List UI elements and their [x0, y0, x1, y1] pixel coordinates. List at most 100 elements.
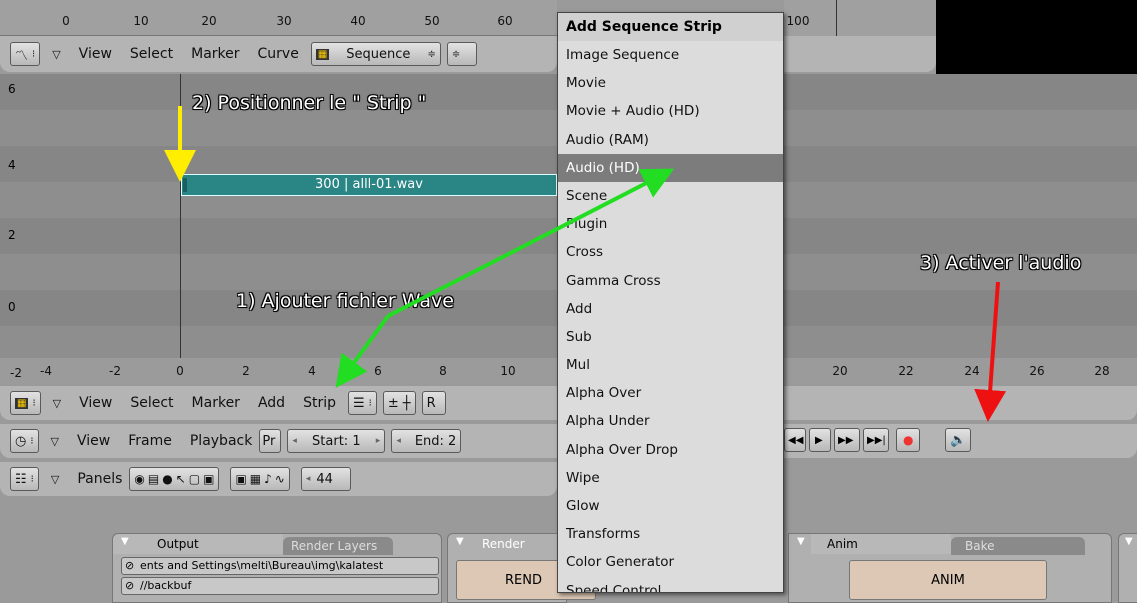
preview-toggle[interactable]: Pr — [259, 429, 282, 453]
ruler-tick: 20 — [201, 14, 217, 28]
menu-item-transforms[interactable]: Transforms — [558, 520, 783, 548]
anim-icon: ▦ — [249, 472, 262, 486]
folder-icon: ⊘ — [125, 579, 135, 592]
menu-strip[interactable]: Strip — [294, 395, 345, 411]
menu-item-alpha-over-drop[interactable]: Alpha Over Drop — [558, 436, 783, 464]
menu-view[interactable]: View — [70, 46, 121, 62]
sequence-label: Sequence — [346, 46, 411, 62]
y-label: -2 — [10, 366, 22, 380]
sequence-dropdown[interactable]: ▦ Sequence ≑ — [310, 42, 441, 66]
menu-view[interactable]: View — [68, 433, 119, 449]
play-button[interactable]: ▶ — [809, 428, 831, 452]
left-arrow-icon: ◂ — [305, 474, 311, 484]
menu-item-speed-control[interactable]: Speed Control — [558, 577, 783, 592]
y-label: 0 — [8, 300, 16, 314]
menu-marker[interactable]: Marker — [183, 395, 249, 411]
ruler-marker — [836, 0, 837, 36]
menu-item-cross[interactable]: Cross — [558, 238, 783, 266]
menu-item-scene[interactable]: Scene — [558, 182, 783, 210]
menu-item-glow[interactable]: Glow — [558, 492, 783, 520]
editor-type-button[interactable]: 〽 ⁝ — [10, 42, 41, 66]
menu-item-movie[interactable]: Movie — [558, 69, 783, 97]
sub-context-buttons[interactable]: ▣ ▦ ♪ ∿ — [230, 467, 290, 491]
frame-field[interactable]: ◂ 44 — [300, 467, 351, 491]
collapse-triangle-icon[interactable]: ▽ — [42, 473, 68, 486]
collapse-triangle-icon[interactable]: ▽ — [43, 48, 69, 61]
render-icon: ▣ — [235, 472, 247, 486]
sequencer-icon: ▦ — [15, 397, 29, 409]
ruler-tick: 40 — [350, 14, 366, 28]
menu-panels[interactable]: Panels — [68, 471, 126, 487]
menu-item-alpha-under[interactable]: Alpha Under — [558, 407, 783, 435]
ipo-ruler-right: 100 — [784, 0, 936, 36]
collapse-icon[interactable]: ▼ — [1125, 536, 1133, 547]
collapse-triangle-icon[interactable]: ▽ — [44, 397, 70, 410]
menu-item-audio-hd[interactable]: Audio (HD) — [558, 153, 783, 182]
buttons-window-icon: ☷ — [15, 471, 27, 487]
ruler-tick: 50 — [424, 14, 440, 28]
zoom-buttons[interactable]: ± ┼ — [382, 391, 416, 415]
y-label: 6 — [8, 82, 16, 96]
x-tick: -2 — [109, 364, 121, 378]
context-buttons[interactable]: ◉ ▤ ● ↖ ▢ ▣ — [129, 467, 220, 491]
audio-sync-button[interactable]: 🔈 — [945, 428, 971, 452]
render-button-label: REND — [505, 573, 542, 588]
collapse-icon[interactable]: ▼ — [121, 536, 129, 547]
menu-item-plugin[interactable]: Plugin — [558, 210, 783, 238]
backbuf-path-field[interactable]: ⊘ //backbuf — [121, 577, 439, 595]
menu-curve[interactable]: Curve — [249, 46, 308, 62]
updown-icon: ≑ — [427, 48, 436, 60]
shading-icon: ● — [162, 472, 173, 486]
menu-select[interactable]: Select — [121, 395, 182, 411]
menu-item-alpha-over[interactable]: Alpha Over — [558, 379, 783, 407]
menu-item-gamma-cross[interactable]: Gamma Cross — [558, 267, 783, 295]
output-path-field[interactable]: ⊘ ents and Settings\melti\Bureau\img\kala… — [121, 557, 439, 575]
ruler-tick: 30 — [276, 14, 292, 28]
next-button[interactable]: ▶▶ — [834, 428, 860, 452]
x-tick: 4 — [308, 364, 316, 378]
anim-tab[interactable]: Anim — [819, 535, 858, 553]
frame-zero-line — [180, 74, 181, 384]
menu-frame[interactable]: Frame — [119, 433, 181, 449]
output-tab[interactable]: Output — [149, 535, 199, 553]
end-button[interactable]: ▶▶| — [863, 428, 889, 452]
menu-select[interactable]: Select — [121, 46, 182, 62]
menu-view[interactable]: View — [70, 395, 121, 411]
menu-item-color-generator[interactable]: Color Generator — [558, 548, 783, 576]
bake-tab[interactable]: Bake — [957, 537, 995, 555]
editor-type-button[interactable]: ▦ ⁝ — [10, 391, 41, 415]
menu-item-movie-audio-hd[interactable]: Movie + Audio (HD) — [558, 97, 783, 125]
record-button[interactable]: ● — [896, 428, 920, 452]
display-mode-dropdown[interactable]: ☰ ⁝ — [347, 391, 377, 415]
editor-type-button[interactable]: ◷ ⁝ — [10, 429, 39, 453]
menu-item-mul[interactable]: Mul — [558, 351, 783, 379]
audio-strip[interactable]: 300 | alll-01.wav — [181, 174, 557, 196]
editor-type-button[interactable]: ☷ ⁝ — [10, 467, 39, 491]
rewind-button[interactable]: ◀◀ — [784, 428, 806, 452]
strip-left-handle[interactable] — [183, 178, 187, 192]
render-layers-tab[interactable]: Render Layers — [283, 537, 377, 555]
r-button[interactable]: R — [421, 391, 446, 415]
ipo-header-right — [784, 36, 936, 72]
x-tick: 22 — [898, 364, 914, 378]
object-icon: ↖ — [175, 472, 186, 486]
menu-item-sub[interactable]: Sub — [558, 323, 783, 351]
menu-playback[interactable]: Playback — [181, 433, 256, 449]
jump-end-icon: ▶▶| — [867, 434, 886, 446]
collapse-icon[interactable]: ▼ — [797, 536, 805, 547]
collapse-icon[interactable]: ▼ — [456, 536, 464, 547]
menu-marker[interactable]: Marker — [182, 46, 248, 62]
updown-icon: ≑ — [451, 48, 461, 60]
left-arrow-icon: ◂ — [292, 436, 297, 446]
menu-item-wipe[interactable]: Wipe — [558, 464, 783, 492]
menu-item-audio-ram[interactable]: Audio (RAM) — [558, 126, 783, 154]
start-field[interactable]: ◂ Start: 1 ▸ — [287, 429, 386, 453]
menu-item-add[interactable]: Add — [558, 295, 783, 323]
collapse-triangle-icon[interactable]: ▽ — [42, 435, 68, 448]
ipo-extra-dropdown[interactable]: ≑ — [446, 42, 477, 66]
menu-item-image-sequence[interactable]: Image Sequence — [558, 41, 783, 69]
end-label: End: 2 — [414, 433, 457, 449]
menu-add[interactable]: Add — [249, 395, 294, 411]
end-field[interactable]: ◂ End: 2 — [391, 429, 462, 453]
anim-button[interactable]: ANIM — [849, 560, 1047, 600]
